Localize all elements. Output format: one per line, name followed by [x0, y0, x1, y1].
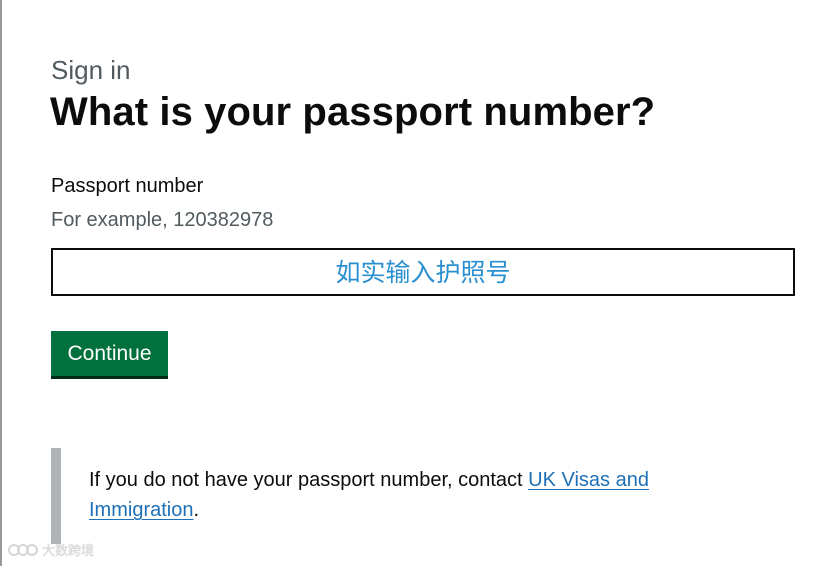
inset-text-block: If you do not have your passport number,… — [51, 448, 751, 544]
watermark-logo-icon — [8, 542, 38, 558]
passport-number-input[interactable] — [51, 248, 795, 296]
continue-button[interactable]: Continue — [51, 331, 168, 376]
page-left-border — [0, 0, 2, 566]
inset-text-before: If you do not have your passport number,… — [89, 469, 529, 491]
page-title: What is your passport number? — [50, 90, 656, 134]
passport-number-hint: For example, 120382978 — [51, 209, 274, 231]
passport-number-label: Passport number — [51, 175, 204, 197]
page-caption: Sign in — [51, 55, 131, 85]
inset-text-after: . — [193, 499, 200, 521]
inset-paragraph: If you do not have your passport number,… — [89, 465, 739, 525]
watermark-text: 大数跨境 — [42, 543, 95, 558]
watermark: 大数跨境 — [8, 540, 94, 559]
